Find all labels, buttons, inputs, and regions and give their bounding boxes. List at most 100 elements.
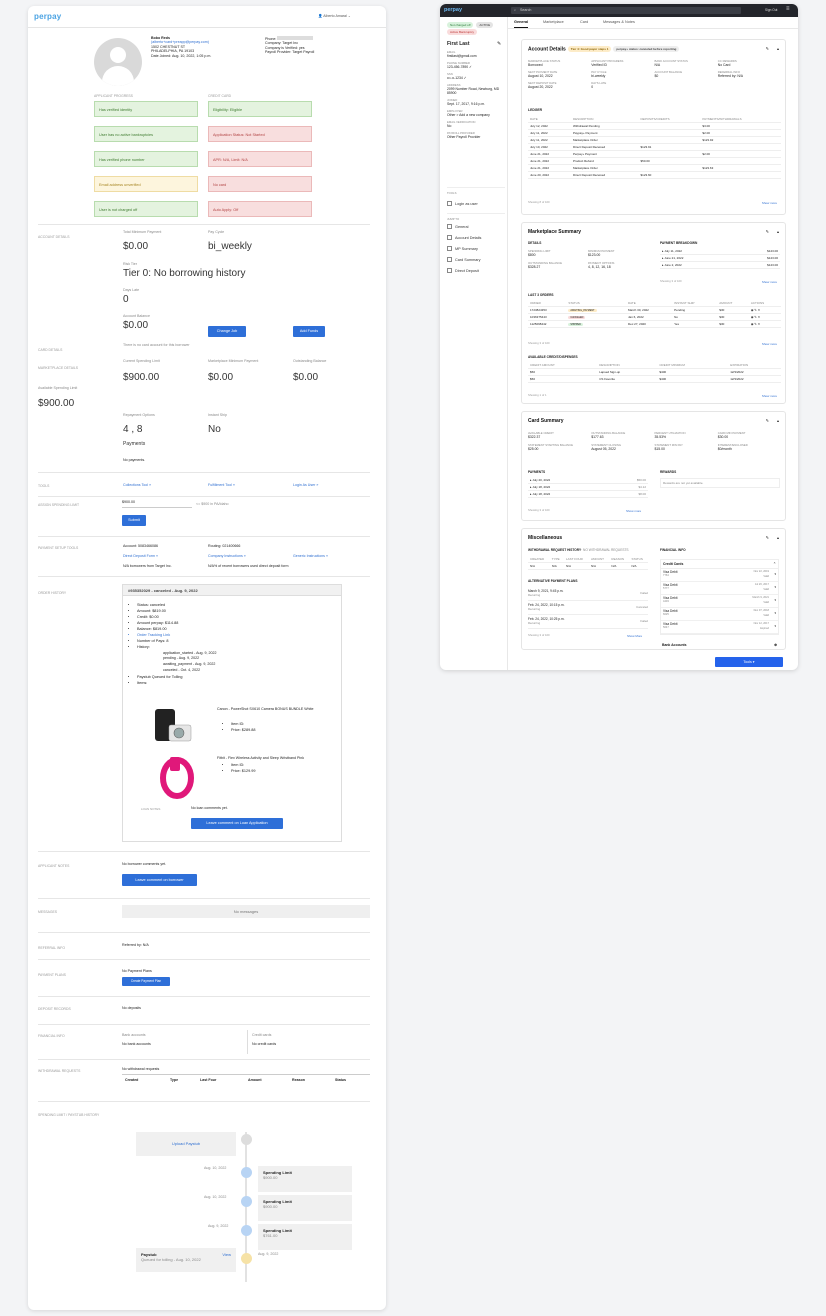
order-cell-text: $30 xyxy=(719,315,725,319)
credits-show-more[interactable]: Show more xyxy=(762,394,777,398)
timeline-value: $900.00 xyxy=(263,1204,278,1209)
jump-account-details[interactable]: Account Details xyxy=(447,232,505,243)
card-payments-table: ▸ July 20, 2022 $50.00 ▸ July 18, 2022 $4.1… xyxy=(528,477,648,498)
field-value: Verified ID xyxy=(591,63,607,67)
divider xyxy=(38,898,370,899)
ledger-show-more[interactable]: Show more xyxy=(762,201,777,205)
close-icon[interactable]: ✕ xyxy=(758,308,761,312)
card-item[interactable]: Visa Debit 5777 Jul 26, 2017 Valid ▾ xyxy=(661,582,778,595)
card-payment-row[interactable]: ▸ July 18, 2022 $8.00 xyxy=(528,490,648,498)
collapse-icon[interactable]: ▴ xyxy=(777,535,779,540)
alt-show-more[interactable]: Show More xyxy=(627,634,642,638)
orders-show-more[interactable]: Show more xyxy=(762,342,777,346)
chevron-down-icon: ▾ xyxy=(774,624,776,628)
spending-limit-input[interactable]: $900.00 xyxy=(122,500,192,508)
login-as-user[interactable]: Login as user xyxy=(447,198,505,209)
tools-button[interactable]: Tools ▾ xyxy=(715,657,783,667)
card-item[interactable]: Visa Debit 4403 March 9, 2021 Valid ▾ xyxy=(661,595,778,608)
borrower-name: First Last xyxy=(447,41,470,47)
leave-borrower-comment-button[interactable]: Leave comment on borrower xyxy=(122,874,197,886)
card-item[interactable]: Visa Debit 7764 Nov 22, 2019 Valid ▾ xyxy=(661,569,778,582)
sidebar: Not charged off ACTIVE Active Bankruptcy… xyxy=(440,17,508,670)
change-job-button[interactable]: Change Job xyxy=(208,326,246,337)
menu-icon[interactable]: ≡ xyxy=(786,6,790,12)
collections-tool-link[interactable]: Collections Tool » xyxy=(123,483,151,487)
card-status: Valid xyxy=(763,575,769,578)
order-title[interactable]: #935352029 - canceled - Aug. 9, 2022 xyxy=(123,585,341,596)
add-funds-button[interactable]: Add Funds xyxy=(293,326,325,337)
generic-instructions-link[interactable]: Generic Instructions » xyxy=(293,554,328,558)
messages-bar: No messages xyxy=(122,905,370,918)
card-item[interactable]: Visa Debit 5647 Nov 12, 2017 Expired ▾ xyxy=(661,621,778,634)
user-menu[interactable]: 👤 Alberto Amaral ⌄ xyxy=(318,14,351,18)
order-row[interactable]: 1036375443 CANCELED Jan 6, 2022 No $30 ◉ ✎ ✕ xyxy=(528,313,781,321)
breakdown-label: PAYMENT BREAKDOWN xyxy=(660,241,698,245)
jump-direct-deposit[interactable]: Direct Deposit xyxy=(447,265,505,276)
close-icon[interactable]: ✕ xyxy=(758,322,761,326)
card-last-four: 6625 xyxy=(663,613,669,616)
collapse-icon[interactable]: ▴ xyxy=(777,46,779,51)
paystub-view-link[interactable]: View xyxy=(222,1252,231,1257)
order-cell-text: $30 xyxy=(719,308,725,312)
legacy-admin-panel: perpay 👤 Alberto Amaral ⌄ Bobo Reds (alb… xyxy=(28,6,386,1310)
avatar xyxy=(94,38,142,86)
field-value: 4, 8, 12, 16, 18 xyxy=(588,265,611,269)
ledger-showing: Showing 8 of 100 xyxy=(528,200,550,204)
payment-setup-label: PAYMENT SETUP TOOLS xyxy=(38,546,79,550)
fulfillment-tool-link[interactable]: Fulfillment Tool » xyxy=(208,483,235,487)
badges: Not charged off ACTIVE Active Bankruptcy xyxy=(447,22,494,35)
alt-plan-item[interactable]: March 9, 2021, 9:45 p.m. Recurring Failed xyxy=(528,587,648,601)
credit-cards-header[interactable]: Credit Cards ⌃ xyxy=(661,560,778,569)
card-payments-show-more[interactable]: Show more xyxy=(626,509,641,513)
card-date: Nov 12, 2017 xyxy=(753,622,769,625)
bd-show-more[interactable]: Show more xyxy=(762,280,777,284)
card-item[interactable]: Visa Debit 6625 Dec 07, 2018 Valid ▾ xyxy=(661,608,778,621)
perpay-logo: perpay xyxy=(444,7,463,13)
edit-icon[interactable]: ✎ xyxy=(766,418,769,423)
tab-marketplace[interactable]: Marketplace xyxy=(543,20,564,24)
field-value: August 10, 2022 xyxy=(528,74,553,78)
check-phone: Has verified phone number xyxy=(94,151,198,167)
direct-deposit-form-link[interactable]: Direct Deposit Form » xyxy=(123,554,158,558)
company-instructions-link[interactable]: Company Instructions » xyxy=(208,554,246,558)
jump-card-summary[interactable]: Card Summary xyxy=(447,254,505,265)
create-payment-plan-button[interactable]: Create Payment Plan xyxy=(122,977,170,986)
jump-mp-summary[interactable]: MP Summary xyxy=(447,243,505,254)
collapse-icon[interactable]: ▴ xyxy=(777,418,779,423)
item1-name: Canon - PowerShot SX610 Camera BONUS BUN… xyxy=(217,707,314,711)
upload-paystub-button[interactable]: Upload Paystub xyxy=(136,1132,236,1156)
sign-out-link[interactable]: Sign Out xyxy=(765,8,777,12)
order-cell: $30 xyxy=(717,306,749,314)
breakdown-row[interactable]: ▸ June 2, 2022 $123.00 xyxy=(660,261,780,269)
jump-general[interactable]: General xyxy=(447,221,505,232)
edit-icon[interactable]: ✎ xyxy=(766,229,769,234)
mp-min-payment: $0.00 xyxy=(208,372,234,383)
leave-loan-comment-button[interactable]: Leave comment on Loan Application xyxy=(191,818,283,829)
bank-accounts: No bank accounts xyxy=(122,1042,151,1046)
tab-card[interactable]: Card xyxy=(580,20,588,24)
timeline-dot xyxy=(241,1167,252,1178)
close-icon[interactable]: ✕ xyxy=(758,315,761,319)
loan-notes-label: LOAN NOTES xyxy=(141,807,161,811)
edit-icon[interactable]: ✎ xyxy=(766,535,769,540)
edit-icon[interactable]: ✎ xyxy=(497,41,501,47)
card-payment-row[interactable]: ▸ July 18, 2022 $4.12 xyxy=(528,483,648,491)
order-row[interactable]: 1723824353 AWAITING_PAYMENT March 30, 2022… xyxy=(528,306,781,314)
edit-icon[interactable]: ✎ xyxy=(766,46,769,51)
bank-accounts-header[interactable]: Bank Accounts ⊕ xyxy=(660,642,779,648)
order-row[interactable]: 1125098442 SHIPPED Dec 27, 2020 Yes $30 ◉ ✎ ✕ xyxy=(528,320,781,328)
tab-general[interactable]: General xyxy=(514,20,529,28)
tab-messages-notes[interactable]: Messages & Notes xyxy=(603,20,635,24)
collapse-icon[interactable]: ▴ xyxy=(777,229,779,234)
breakdown-row[interactable]: ▸ June 21, 2022 $123.00 xyxy=(660,254,780,262)
alt-plan-item[interactable]: Feb. 24, 2022, 10:15 p.m. Recurring Cancel… xyxy=(528,601,648,615)
total-min-payment-label: Total Minimum Payment xyxy=(123,230,162,234)
login-as-user-link[interactable]: Login As User » xyxy=(293,483,318,487)
submit-button[interactable]: Submit xyxy=(122,515,146,526)
ledger-label: LEDGER xyxy=(528,108,543,112)
badge-active: ACTIVE xyxy=(476,22,494,28)
mp-min-payment-label: Marketplace Minimum Payment xyxy=(208,359,259,363)
alt-plan-item[interactable]: Feb. 24, 2022, 10:25 p.m. Recurring Failed xyxy=(528,615,648,629)
card-details-label: CARD DETAILS xyxy=(38,348,63,352)
search-input[interactable]: ⌕ Search xyxy=(511,7,741,14)
